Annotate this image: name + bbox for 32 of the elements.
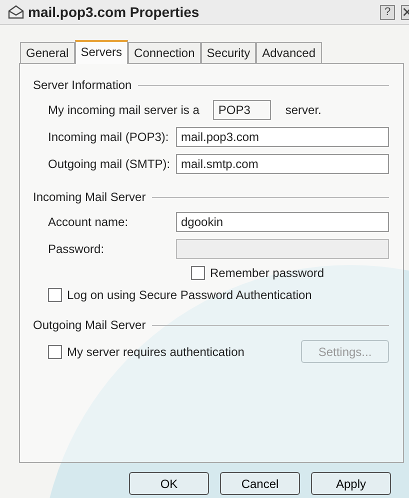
checkbox-label: Log on using Secure Password Authentication <box>67 288 312 302</box>
group-heading: Server Information <box>33 78 132 92</box>
tab[interactable]: Security <box>200 42 256 63</box>
group-heading: Outgoing Mail Server <box>33 318 146 332</box>
input-field[interactable]: mail.pop3.com <box>176 127 389 147</box>
tab[interactable]: General <box>20 42 75 63</box>
close-icon <box>402 7 409 17</box>
help-button[interactable]: ? <box>380 4 395 20</box>
checkbox[interactable] <box>191 266 205 280</box>
close-button[interactable] <box>401 4 409 20</box>
input-field[interactable]: dgookin <box>176 212 389 232</box>
dialog-button[interactable]: OK <box>129 472 209 495</box>
window-title: mail.pop3.com Properties <box>28 4 200 20</box>
dialog-button[interactable]: Cancel <box>220 472 300 495</box>
tab[interactable]: Advanced <box>256 42 322 63</box>
dialog-button[interactable]: Apply <box>311 472 391 495</box>
field-label: Incoming mail (POP3): <box>48 130 170 144</box>
server-type-label: My incoming mail server is a <box>48 103 200 117</box>
checkbox-label: My server requires authentication <box>67 344 244 358</box>
checkbox[interactable] <box>48 288 62 302</box>
field-label: Password: <box>48 242 106 256</box>
group-heading: Incoming Mail Server <box>33 190 146 204</box>
field-label: Account name: <box>48 215 130 229</box>
mail-envelope-icon <box>8 5 24 19</box>
input-field[interactable]: mail.smtp.com <box>176 154 389 174</box>
server-type-field: POP3 <box>213 100 272 120</box>
tab[interactable]: Servers <box>74 40 128 64</box>
server-type-suffix: server. <box>285 103 322 117</box>
checkbox-label: Remember password <box>210 266 324 280</box>
checkbox[interactable] <box>48 344 62 358</box>
field-label: Outgoing mail (SMTP): <box>48 157 172 171</box>
tab[interactable]: Connection <box>128 42 201 63</box>
